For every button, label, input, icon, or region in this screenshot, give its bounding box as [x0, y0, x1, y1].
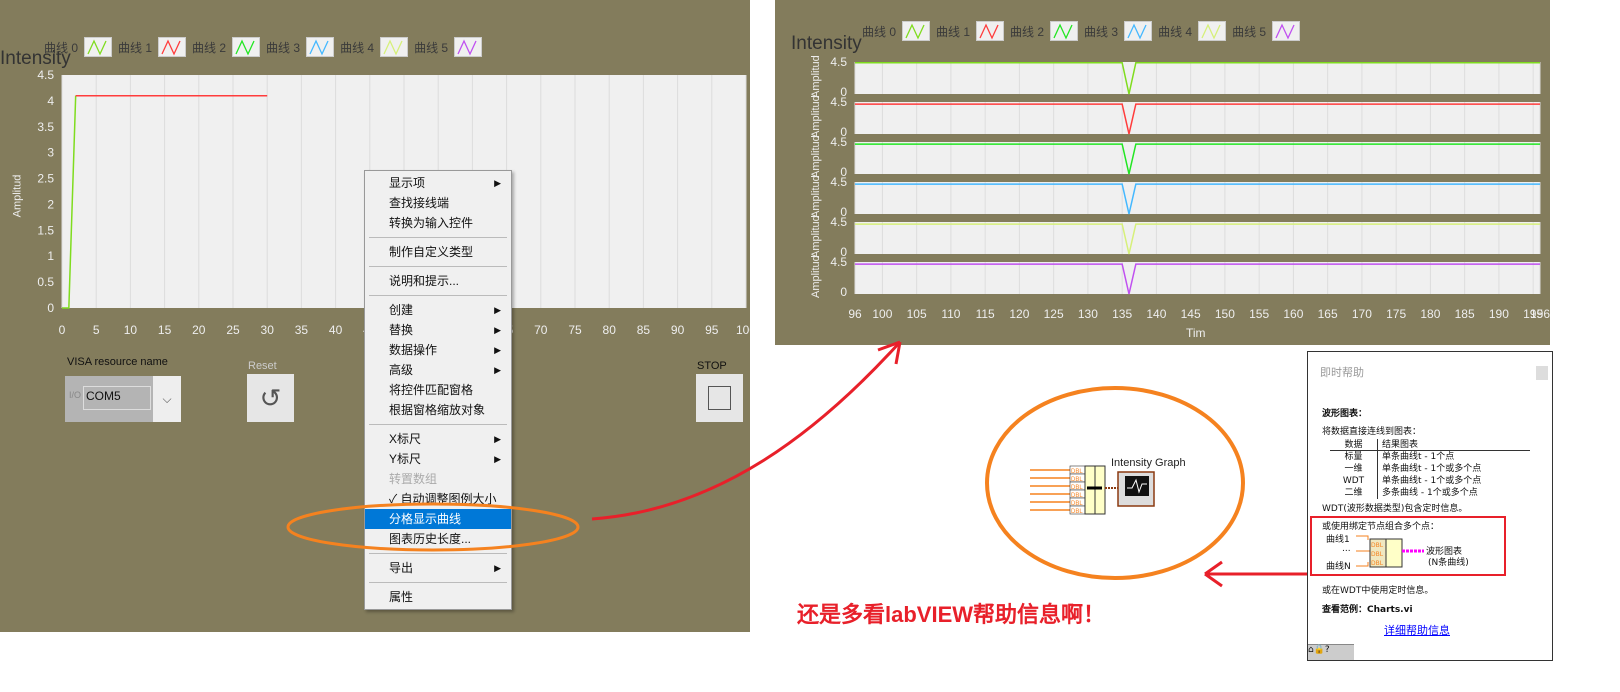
arrow-to-right-chart	[591, 340, 902, 521]
intensity-graph-terminal[interactable]: DBLDBLDBLDBLDBLDBL	[1030, 462, 1155, 518]
dbl-label: DBL	[1071, 509, 1083, 515]
highlight-ellipse-menu	[286, 502, 580, 552]
annotation-text: 还是多看labVIEW帮助信息啊！	[797, 602, 1106, 627]
annotation-overlay	[286, 340, 1307, 588]
